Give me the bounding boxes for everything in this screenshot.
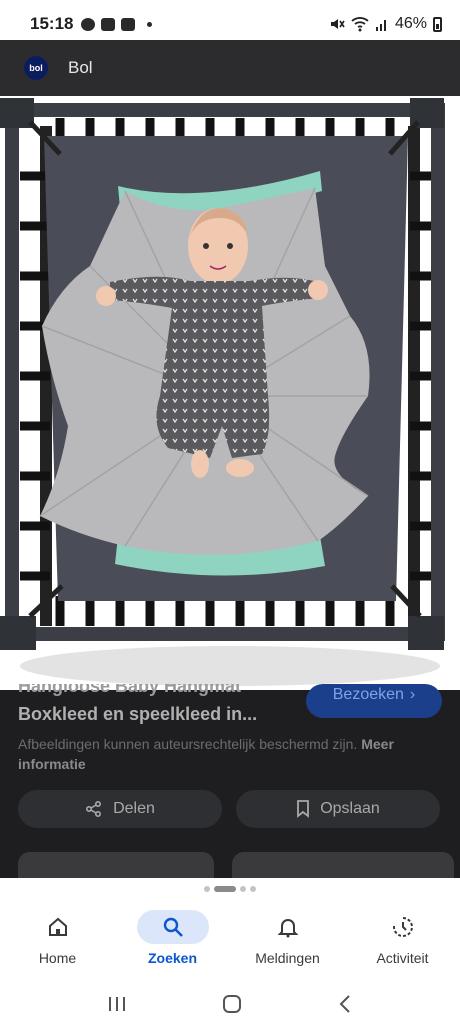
- source-header[interactable]: bol Bol: [0, 40, 460, 96]
- share-label: Delen: [113, 800, 155, 817]
- home-button-icon[interactable]: [222, 994, 242, 1014]
- nav-activity-label: Activiteit: [376, 950, 429, 966]
- battery-percent: 46%: [394, 15, 427, 32]
- home-icon: [48, 917, 67, 936]
- status-time: 15:18: [30, 14, 74, 33]
- share-icon: [86, 800, 102, 818]
- mute-icon: [330, 19, 345, 29]
- visit-button[interactable]: Bezoeken ›: [306, 684, 442, 718]
- save-button[interactable]: Opslaan: [236, 790, 440, 828]
- pager-dot: [250, 886, 256, 892]
- pager-dot: [204, 886, 210, 892]
- nav-activity[interactable]: Activiteit: [345, 910, 460, 980]
- result-title-partial: Hangloose Baby Hangmat: [18, 684, 242, 696]
- recent-apps-icon[interactable]: [107, 995, 127, 1013]
- more-notifications-dot: [147, 21, 153, 27]
- bell-icon: [277, 919, 298, 938]
- image-icon: [121, 17, 136, 31]
- nav-home-label: Home: [38, 950, 77, 966]
- pager-dot: [240, 886, 246, 892]
- result-image[interactable]: [0, 96, 460, 696]
- result-details: Hangloose Baby Hangmat Bezoeken › Boxkle…: [0, 684, 460, 880]
- source-name: Bol: [68, 58, 93, 77]
- pager-dot-active: [214, 886, 236, 892]
- copyright-notice: Afbeeldingen kunnen auteursrechtelijk be…: [18, 736, 394, 772]
- bottom-nav: Home Zoeken Meldingen Activiteit: [0, 910, 460, 980]
- system-navigation: [0, 984, 460, 1024]
- folder-icon: [101, 17, 116, 31]
- bottom-sheet: Home Zoeken Meldingen Activiteit: [0, 878, 460, 1024]
- activity-icon: [392, 917, 413, 937]
- bookmark-icon: [297, 800, 310, 818]
- page-indicator: [0, 886, 460, 892]
- share-button[interactable]: Delen: [18, 790, 222, 828]
- search-icon: [163, 917, 183, 937]
- nav-home[interactable]: Home: [0, 910, 115, 980]
- hammock-illustration: [0, 96, 460, 696]
- facebook-icon: [81, 17, 96, 31]
- nav-search-label: Zoeken: [147, 950, 197, 966]
- nav-notifications-label: Meldingen: [255, 950, 320, 966]
- related-thumbnail[interactable]: [232, 852, 454, 880]
- nav-notifications[interactable]: Meldingen: [230, 910, 345, 980]
- chevron-right-icon: ›: [409, 686, 416, 703]
- signal-icon: [375, 20, 386, 31]
- notification-icons: [81, 17, 153, 31]
- source-logo: bol: [24, 56, 48, 80]
- back-icon[interactable]: [337, 994, 353, 1014]
- save-label: Opslaan: [320, 800, 380, 817]
- battery-icon: [433, 16, 442, 32]
- status-right: 46%: [329, 15, 442, 33]
- nav-search[interactable]: Zoeken: [115, 910, 230, 980]
- related-thumbnail[interactable]: [18, 852, 214, 880]
- result-title[interactable]: Boxkleed en speelkleed in...: [18, 704, 257, 725]
- wifi-icon: [351, 17, 369, 32]
